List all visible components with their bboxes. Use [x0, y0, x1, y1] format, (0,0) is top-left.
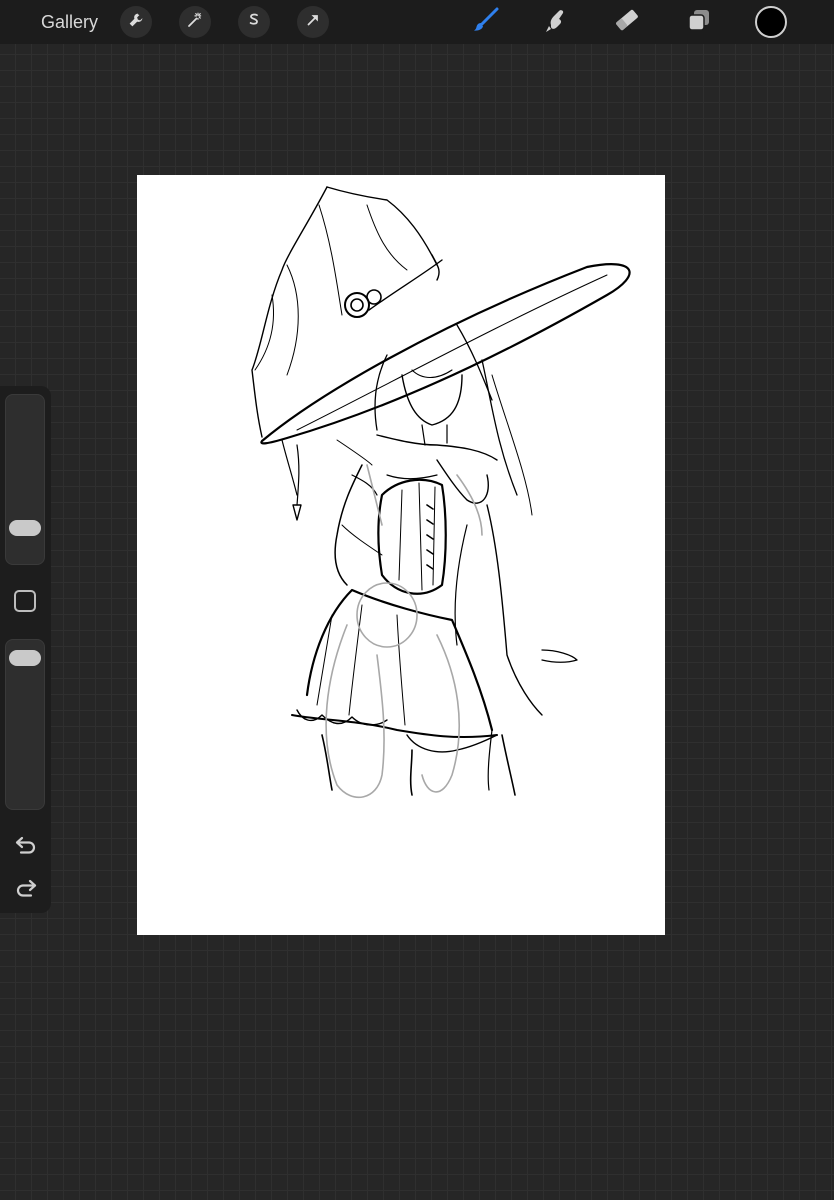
color-picker-button[interactable]: [755, 6, 787, 38]
left-sidebar: [0, 386, 51, 913]
gallery-button[interactable]: Gallery: [41, 11, 98, 33]
witch-sketch-artwork: [251, 186, 631, 799]
opacity-slider[interactable]: [5, 639, 45, 810]
brush-button[interactable]: [468, 4, 504, 40]
transform-button[interactable]: [297, 6, 329, 38]
selection-button[interactable]: [238, 6, 270, 38]
eraser-button[interactable]: [609, 4, 645, 40]
layers-button[interactable]: [681, 4, 717, 40]
layers-icon: [685, 6, 713, 39]
adjustments-button[interactable]: [179, 6, 211, 38]
undo-button[interactable]: [13, 834, 39, 856]
redo-arrow-icon: [13, 879, 39, 903]
undo-arrow-icon: [13, 836, 39, 860]
modify-button[interactable]: [14, 590, 36, 612]
smudge-button[interactable]: [538, 4, 574, 40]
adjust-button[interactable]: [120, 6, 152, 38]
magic-wand-icon: [186, 11, 204, 34]
top-toolbar: Gallery: [0, 0, 834, 44]
redo-button[interactable]: [13, 877, 39, 899]
brush-size-slider-thumb[interactable]: [9, 520, 41, 536]
drawing-canvas[interactable]: [137, 175, 665, 935]
wrench-icon: [127, 11, 145, 34]
opacity-slider-thumb[interactable]: [9, 650, 41, 667]
brush-icon: [472, 6, 500, 39]
smudge-icon: [542, 6, 570, 39]
selection-s-icon: [245, 11, 263, 34]
eraser-icon: [613, 6, 641, 39]
arrow-cursor-icon: [304, 11, 322, 34]
brush-size-slider[interactable]: [5, 394, 45, 565]
